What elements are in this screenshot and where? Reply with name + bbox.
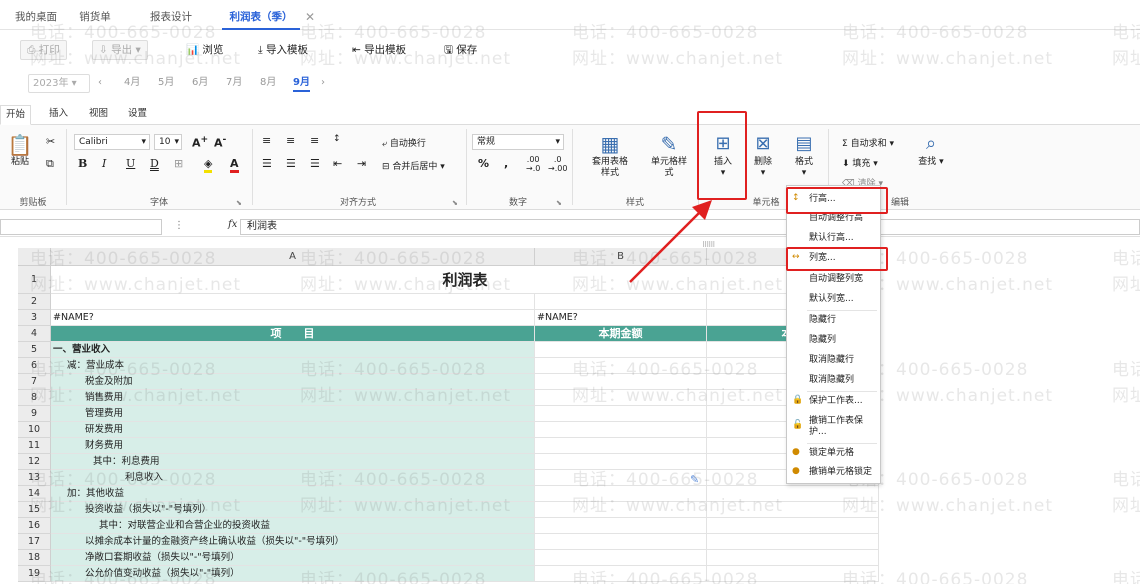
red-arrow: [629, 200, 712, 283]
spreadsheet-report-window: 我的桌面 销货单 报表设计 利润表（季） ✕ ⎙ 打印 ⇩ 导出 ▾ 📊 浏览 …: [0, 0, 1140, 584]
